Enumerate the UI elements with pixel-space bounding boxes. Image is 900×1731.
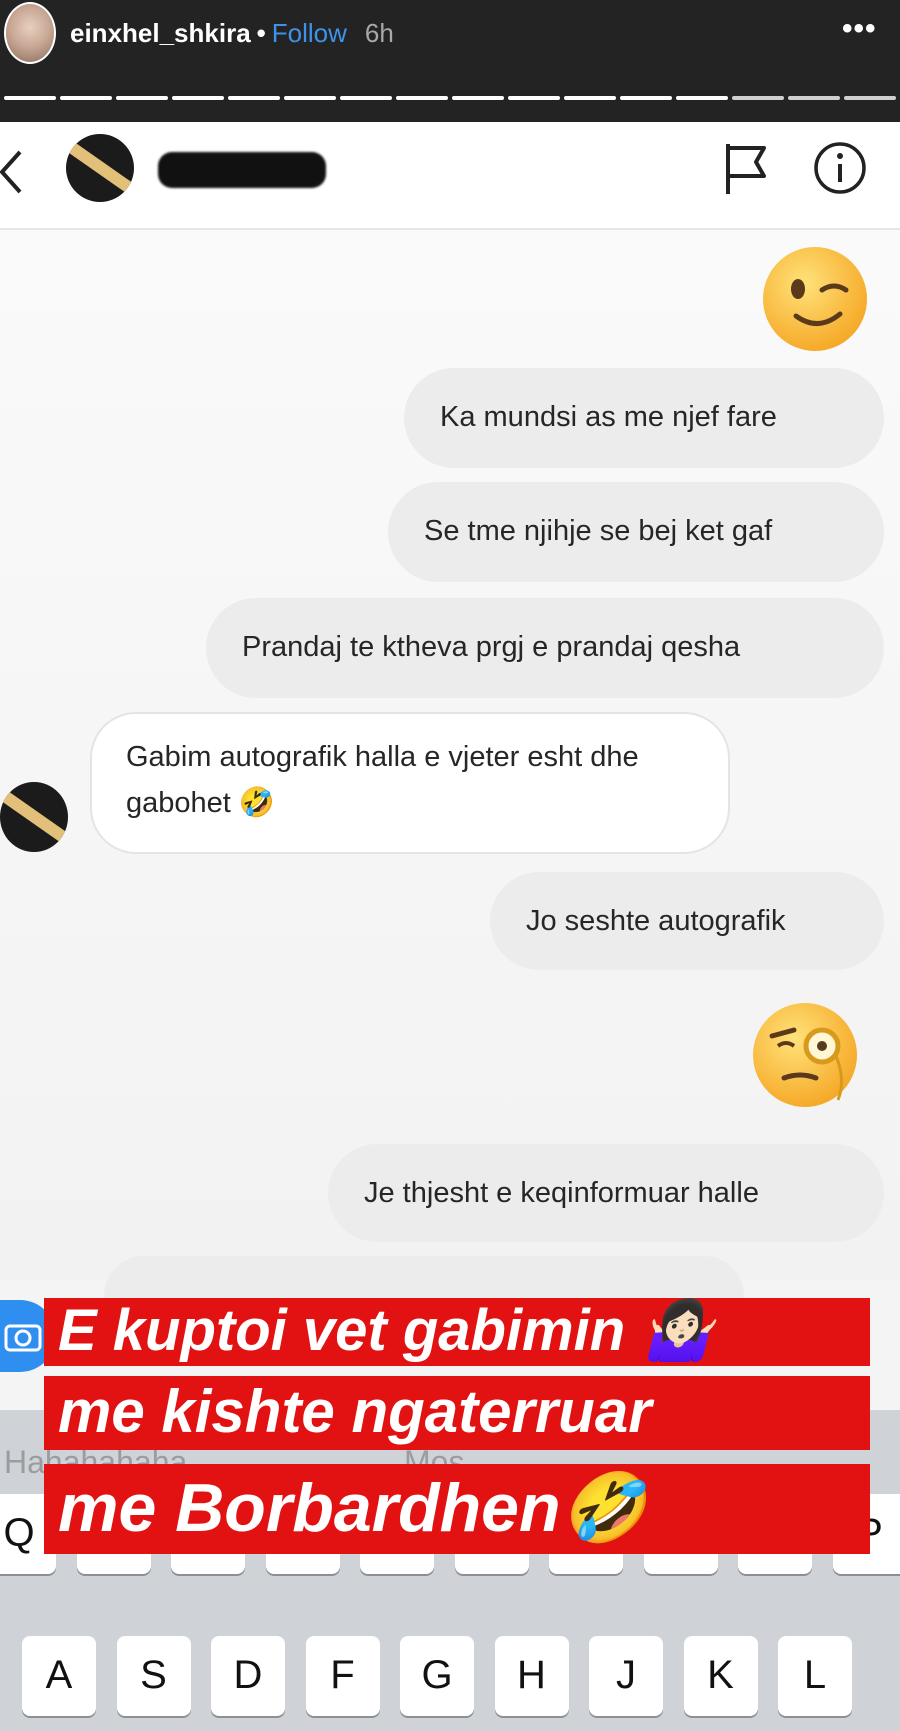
progress-segment [340,96,392,100]
caption-line-2: me kishte ngaterruar [44,1376,870,1450]
progress-segment [116,96,168,100]
progress-segment [284,96,336,100]
message-outgoing[interactable]: Prandaj te ktheva prgj e prandaj qesha [206,598,884,698]
progress-segment [844,96,896,100]
dm-username-redacted [158,152,326,188]
wink-emoji [760,244,870,359]
message-outgoing[interactable]: Jo seshte autografik [490,872,884,970]
key-d[interactable]: D [211,1636,285,1716]
chevron-left-icon[interactable] [0,142,52,202]
follow-button[interactable]: Follow [272,18,347,48]
key-k[interactable]: K [683,1636,758,1716]
story-avatar[interactable] [4,2,56,64]
progress-segment [172,96,224,100]
progress-segment [452,96,504,100]
caption-line-3: me Borbardhen🤣 [44,1464,870,1554]
info-icon[interactable] [812,140,868,196]
winking-face-icon [763,247,867,351]
message-outgoing[interactable]: Se tme njihje se bej ket gaf [388,482,884,582]
key-a[interactable]: A [22,1636,96,1716]
more-options-icon[interactable]: ••• [842,12,877,46]
progress-segment [508,96,560,100]
sender-avatar[interactable] [0,782,68,852]
dm-avatar[interactable] [66,134,134,202]
key-f[interactable]: F [305,1636,380,1716]
face-with-monocle-icon [753,1003,857,1107]
key-j[interactable]: J [589,1636,663,1716]
separator-dot: • [256,18,266,48]
progress-segment [620,96,672,100]
key-h[interactable]: H [494,1636,569,1716]
key-l[interactable]: L [778,1636,852,1716]
message-incoming[interactable]: Gabim autografik halla e vjeter esht dhe… [90,712,730,854]
key-g[interactable]: G [400,1636,474,1716]
progress-segment [732,96,784,100]
flag-icon[interactable] [720,140,772,196]
progress-segment [396,96,448,100]
progress-segment [788,96,840,100]
monocle-emoji [750,1000,860,1115]
progress-segment [4,96,56,100]
caption-line-1: E kuptoi vet gabimin 🤷🏻‍♀️ [44,1298,870,1366]
story-time: 6h [364,18,394,48]
message-outgoing[interactable]: Ka mundsi as me njef fare [404,368,884,468]
progress-segment [676,96,728,100]
message-outgoing[interactable]: Je thjesht e keqinformuar halle [328,1144,884,1242]
key-s[interactable]: S [116,1636,191,1716]
progress-segment [564,96,616,100]
progress-segment [228,96,280,100]
progress-segment [60,96,112,100]
story-username[interactable]: einxhel_shkira [70,18,251,48]
story-user-line: einxhel_shkira • Follow 6h [70,18,394,48]
